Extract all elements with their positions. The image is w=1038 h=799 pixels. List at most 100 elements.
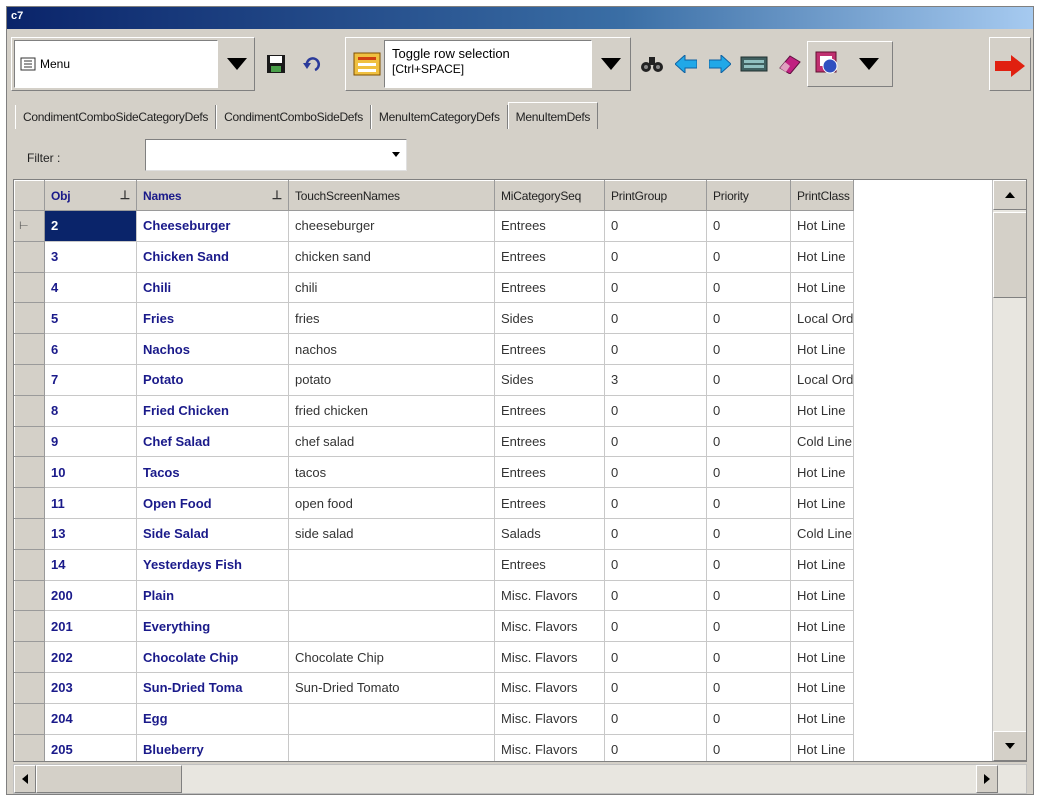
cell-category[interactable]: Misc. Flavors: [494, 671, 605, 704]
cell-priority[interactable]: 0: [706, 333, 791, 365]
vertical-scrollbar[interactable]: [992, 180, 1026, 761]
eraser-button[interactable]: [773, 45, 807, 83]
cell-name[interactable]: Chef Salad: [136, 425, 289, 458]
scroll-down-button[interactable]: [993, 731, 1026, 761]
cell-print-class[interactable]: Local Ord: [789, 302, 855, 335]
cell-category[interactable]: Salads: [494, 517, 605, 550]
cell-obj[interactable]: 204: [44, 702, 137, 735]
back-button[interactable]: [669, 45, 703, 83]
toggle-dropdown-button[interactable]: [594, 44, 628, 84]
cell-print-class[interactable]: Hot Line: [789, 702, 855, 735]
cell-print-group[interactable]: 0: [604, 517, 707, 550]
cell-priority[interactable]: 0: [706, 610, 791, 643]
tab-menu-item-defs[interactable]: MenuItemDefs: [507, 102, 599, 129]
cell-name[interactable]: Egg: [136, 702, 289, 735]
row-selector[interactable]: [14, 271, 45, 304]
cell-touchscreen-name[interactable]: side salad: [288, 517, 495, 550]
cell-print-group[interactable]: 0: [604, 487, 707, 519]
cell-print-class[interactable]: Hot Line: [789, 333, 855, 365]
cell-category[interactable]: Entrees: [494, 425, 605, 458]
cell-touchscreen-name[interactable]: chili: [288, 271, 495, 304]
table-row[interactable]: 4 Chili chili Entrees 0 0 Hot Line: [14, 271, 855, 304]
cell-touchscreen-name[interactable]: [288, 579, 495, 612]
cell-obj[interactable]: 6: [44, 333, 137, 365]
cell-obj[interactable]: 9: [44, 425, 137, 458]
cell-obj[interactable]: 13: [44, 517, 137, 550]
cell-category[interactable]: Entrees: [494, 394, 605, 427]
cell-name[interactable]: Potato: [136, 363, 289, 396]
cell-print-group[interactable]: 0: [604, 610, 707, 643]
cell-print-class[interactable]: Hot Line: [789, 210, 855, 242]
scroll-up-button[interactable]: [993, 180, 1026, 210]
row-selector[interactable]: [14, 394, 45, 427]
cell-print-class[interactable]: Hot Line: [789, 271, 855, 304]
cell-touchscreen-name[interactable]: nachos: [288, 333, 495, 365]
row-selector[interactable]: [14, 702, 45, 735]
cell-priority[interactable]: 0: [706, 210, 791, 242]
cell-name[interactable]: Side Salad: [136, 517, 289, 550]
cell-touchscreen-name[interactable]: chef salad: [288, 425, 495, 458]
cell-print-group[interactable]: 0: [604, 579, 707, 612]
table-row[interactable]: 204 Egg Misc. Flavors 0 0 Hot Line: [14, 702, 855, 735]
row-selector[interactable]: [14, 641, 45, 673]
cell-priority[interactable]: 0: [706, 548, 791, 581]
column-header-obj[interactable]: Obj ⊥: [44, 180, 137, 211]
cell-obj[interactable]: 4: [44, 271, 137, 304]
cell-obj[interactable]: 10: [44, 456, 137, 489]
cell-priority[interactable]: 0: [706, 456, 791, 489]
cell-print-group[interactable]: 0: [604, 425, 707, 458]
cell-touchscreen-name[interactable]: tacos: [288, 456, 495, 489]
cell-obj[interactable]: 7: [44, 363, 137, 396]
cell-obj[interactable]: 202: [44, 641, 137, 673]
cell-print-group[interactable]: 0: [604, 394, 707, 427]
cell-name[interactable]: Fried Chicken: [136, 394, 289, 427]
row-selector[interactable]: [14, 487, 45, 519]
cell-obj[interactable]: 5: [44, 302, 137, 335]
cell-category[interactable]: Misc. Flavors: [494, 733, 605, 761]
table-row[interactable]: 201 Everything Misc. Flavors 0 0 Hot Line: [14, 610, 855, 643]
cell-print-group[interactable]: 0: [604, 671, 707, 704]
cell-category[interactable]: Misc. Flavors: [494, 610, 605, 643]
cell-priority[interactable]: 0: [706, 271, 791, 304]
cell-category[interactable]: Entrees: [494, 487, 605, 519]
cell-print-group[interactable]: 0: [604, 333, 707, 365]
cell-print-class[interactable]: Cold Line: [789, 425, 855, 458]
cell-touchscreen-name[interactable]: cheeseburger: [288, 210, 495, 242]
cell-touchscreen-name[interactable]: Chocolate Chip: [288, 641, 495, 673]
column-header-priority[interactable]: Priority: [706, 180, 791, 211]
cell-priority[interactable]: 0: [706, 671, 791, 704]
undo-button[interactable]: [295, 45, 329, 83]
reports-combo[interactable]: [807, 41, 893, 87]
cell-touchscreen-name[interactable]: Sun-Dried Tomato: [288, 671, 495, 704]
pin-icon[interactable]: ⊥: [120, 188, 130, 202]
cell-category[interactable]: Misc. Flavors: [494, 641, 605, 673]
horizontal-scroll-thumb[interactable]: [36, 765, 182, 793]
row-selector[interactable]: [14, 425, 45, 458]
row-selector[interactable]: [14, 363, 45, 396]
horizontal-scrollbar[interactable]: [13, 764, 1027, 794]
cell-touchscreen-name[interactable]: open food: [288, 487, 495, 519]
cell-print-class[interactable]: Hot Line: [789, 579, 855, 612]
scroll-right-button[interactable]: [976, 765, 998, 793]
row-selector[interactable]: [14, 333, 45, 365]
table-row[interactable]: 200 Plain Misc. Flavors 0 0 Hot Line: [14, 579, 855, 612]
row-selector[interactable]: [14, 456, 45, 489]
cell-print-class[interactable]: Cold Line: [789, 517, 855, 550]
cell-print-class[interactable]: Hot Line: [789, 456, 855, 489]
menu-dropdown-button[interactable]: [220, 44, 254, 84]
row-selector[interactable]: [14, 302, 45, 335]
cell-obj[interactable]: 14: [44, 548, 137, 581]
cell-priority[interactable]: 0: [706, 425, 791, 458]
row-selector[interactable]: [14, 671, 45, 704]
cell-name[interactable]: Chocolate Chip: [136, 641, 289, 673]
cell-touchscreen-name[interactable]: fried chicken: [288, 394, 495, 427]
cell-print-class[interactable]: Hot Line: [789, 548, 855, 581]
cell-category[interactable]: Entrees: [494, 456, 605, 489]
save-button[interactable]: [259, 45, 293, 83]
cell-category[interactable]: Entrees: [494, 271, 605, 304]
cell-obj[interactable]: 201: [44, 610, 137, 643]
cell-print-group[interactable]: 0: [604, 733, 707, 761]
cell-name[interactable]: Chili: [136, 271, 289, 304]
keyboard-button[interactable]: [737, 45, 771, 83]
column-header-printgroup[interactable]: PrintGroup: [604, 180, 707, 211]
